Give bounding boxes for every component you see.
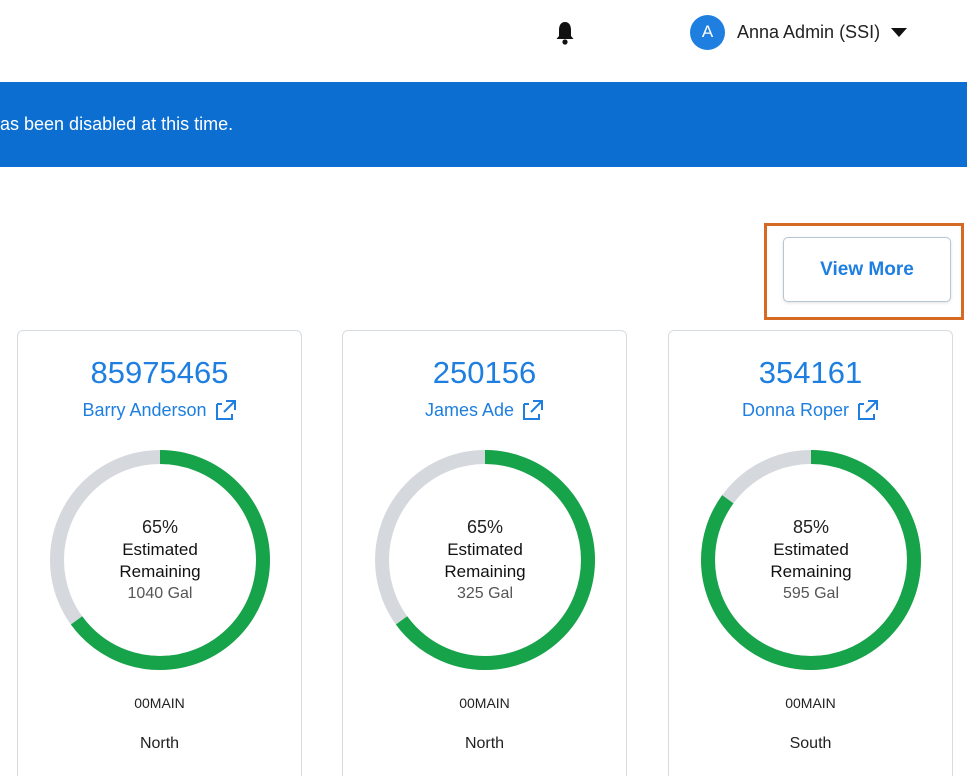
account-number: 85975465 [90, 355, 229, 390]
customer-link[interactable]: Donna Roper [669, 399, 952, 421]
account-card: 85975465 Barry Anderson 65% Estimated Re… [17, 330, 302, 776]
external-link-icon [523, 400, 544, 420]
bell-icon[interactable] [553, 20, 577, 46]
gauge-label: 65% Estimated Remaining 325 Gal [372, 447, 598, 673]
remaining-label: Remaining [444, 562, 526, 581]
view-more-button[interactable]: View More [783, 237, 951, 302]
remaining-label: Remaining [770, 562, 852, 581]
account-card: 354161 Donna Roper 85% Estimated Remaini… [668, 330, 953, 776]
customer-link[interactable]: James Ade [343, 399, 626, 421]
avatar: A [690, 14, 725, 50]
notice-banner: as been disabled at this time. [0, 82, 967, 167]
remaining-label: Remaining [119, 562, 201, 581]
region-label: North [464, 735, 505, 752]
estimated-label: Estimated [447, 540, 523, 559]
gauge-label: 85% Estimated Remaining 595 Gal [698, 447, 924, 673]
top-bar: A Anna Admin (SSI) [0, 0, 967, 70]
user-name: Anna Admin (SSI) [737, 21, 881, 42]
tank-label: 00MAIN [134, 695, 185, 711]
customer-name: James Ade [424, 399, 515, 420]
account-number: 250156 [432, 355, 537, 390]
account-card: 250156 James Ade 65% Estimated Remaining… [342, 330, 627, 776]
external-link-icon [215, 400, 236, 420]
customer-name: Donna Roper [741, 399, 850, 420]
region-label: South [789, 735, 832, 752]
gallons-value: 325 Gal [456, 585, 514, 602]
customer-link[interactable]: Barry Anderson [18, 399, 301, 421]
gallons-value: 1040 Gal [127, 585, 193, 602]
tank-label: 00MAIN [459, 695, 510, 711]
percent-value: 65% [141, 517, 179, 537]
banner-text: as been disabled at this time. [0, 114, 234, 134]
gallons-value: 595 Gal [782, 585, 840, 602]
tank-label: 00MAIN [785, 695, 836, 711]
percent-value: 65% [466, 517, 504, 537]
user-menu[interactable]: A Anna Admin (SSI) [690, 14, 908, 50]
estimated-label: Estimated [122, 540, 198, 559]
customer-name: Barry Anderson [82, 399, 207, 420]
percent-value: 85% [792, 517, 830, 537]
estimated-label: Estimated [773, 540, 849, 559]
region-label: North [139, 735, 180, 752]
gauge-label: 65% Estimated Remaining 1040 Gal [47, 447, 273, 673]
account-number: 354161 [758, 355, 863, 390]
external-link-icon [858, 400, 879, 420]
caret-down-icon [891, 27, 908, 37]
